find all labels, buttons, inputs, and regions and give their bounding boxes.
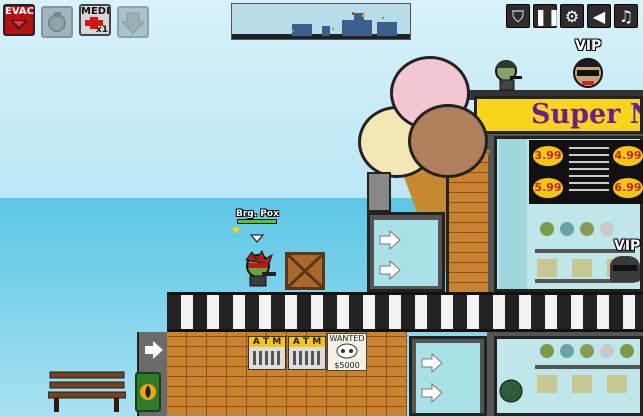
toxic-barrel[interactable] bbox=[135, 372, 161, 412]
shield-icon: ⛉ bbox=[511, 7, 524, 26]
minimap-terrain bbox=[232, 12, 410, 39]
medi-count: x1 bbox=[95, 25, 108, 35]
down-arrow-icon bbox=[120, 12, 146, 34]
pause-icon: ❚❚ bbox=[534, 7, 561, 26]
grenade-icon bbox=[48, 12, 66, 32]
evac-label: EVAC bbox=[5, 6, 34, 17]
park-bench bbox=[48, 371, 126, 412]
medi-label: MEDI bbox=[81, 6, 110, 17]
settings-button[interactable]: ⚙ bbox=[560, 4, 584, 28]
vip-npc-side[interactable] bbox=[610, 256, 640, 282]
rooftop-platform bbox=[167, 292, 643, 332]
atm-machine[interactable]: A T M bbox=[248, 336, 286, 370]
store-shelves-lower bbox=[499, 344, 640, 403]
crate-cross bbox=[286, 253, 324, 289]
atm-label: A T M bbox=[249, 337, 285, 347]
chocolate-scoop bbox=[408, 104, 488, 178]
player-name-tag: Brg. Pox bbox=[236, 209, 279, 219]
store-sign: Super N bbox=[474, 96, 643, 134]
speaker-icon: ◀ bbox=[592, 7, 606, 26]
atm-machine[interactable]: A T M bbox=[288, 336, 326, 370]
music-button[interactable]: ♫ bbox=[614, 4, 638, 28]
soldier-npc[interactable] bbox=[492, 58, 522, 92]
sound-button[interactable]: ◀ bbox=[587, 4, 611, 28]
chevron-down-icon bbox=[10, 20, 28, 30]
sunglasses-icon bbox=[577, 70, 599, 76]
vip-label-top: VIP bbox=[575, 38, 602, 54]
atm-label: A T M bbox=[289, 337, 325, 347]
lower-window-glass bbox=[416, 343, 480, 413]
price-tag: 6.99 bbox=[613, 178, 643, 198]
chimney-block bbox=[367, 172, 391, 212]
arrow-right-icon bbox=[379, 229, 401, 281]
music-note-icon: ♫ bbox=[618, 7, 634, 26]
player-health-bar bbox=[237, 219, 277, 224]
wanted-reward: $5000 bbox=[334, 361, 360, 370]
arrow-right-icon bbox=[421, 352, 443, 404]
minimap bbox=[231, 3, 411, 40]
rank-star-icon: ★ bbox=[230, 223, 242, 238]
wanted-title: WANTED bbox=[329, 334, 365, 343]
price-menu-board: 3.99 4.99 5.99 6.99 bbox=[529, 140, 643, 204]
drop-button[interactable] bbox=[117, 6, 149, 38]
price-tag: 4.99 bbox=[613, 146, 643, 166]
atm-keypad bbox=[253, 351, 281, 365]
price-tag: 3.99 bbox=[533, 146, 563, 166]
flame-icon bbox=[140, 384, 156, 400]
vip-label-side: VIP bbox=[614, 238, 641, 254]
sunglasses-icon bbox=[613, 265, 637, 271]
medikit-button[interactable]: MEDI x1 bbox=[79, 4, 111, 36]
atm-keypad bbox=[293, 351, 321, 365]
menu-text-lines bbox=[569, 146, 609, 196]
skull-icon bbox=[336, 343, 358, 359]
upper-window-glass bbox=[374, 220, 438, 286]
shield-button[interactable]: ⛉ bbox=[506, 4, 530, 28]
wooden-crate[interactable] bbox=[285, 252, 325, 290]
player-character[interactable] bbox=[238, 250, 278, 290]
evac-button[interactable]: EVAC bbox=[3, 4, 35, 36]
brick-wall bbox=[167, 332, 407, 416]
lower-store-window bbox=[494, 336, 643, 416]
player-indicator-arrow-icon bbox=[250, 234, 264, 243]
pause-button[interactable]: ❚❚ bbox=[533, 4, 561, 28]
grenade-button[interactable] bbox=[41, 6, 73, 38]
vip-npc[interactable] bbox=[570, 55, 606, 91]
price-tag: 5.99 bbox=[533, 178, 563, 198]
wanted-poster: WANTED $5000 bbox=[327, 333, 367, 371]
arrow-right-icon bbox=[145, 341, 163, 359]
gear-icon: ⚙ bbox=[564, 7, 580, 26]
